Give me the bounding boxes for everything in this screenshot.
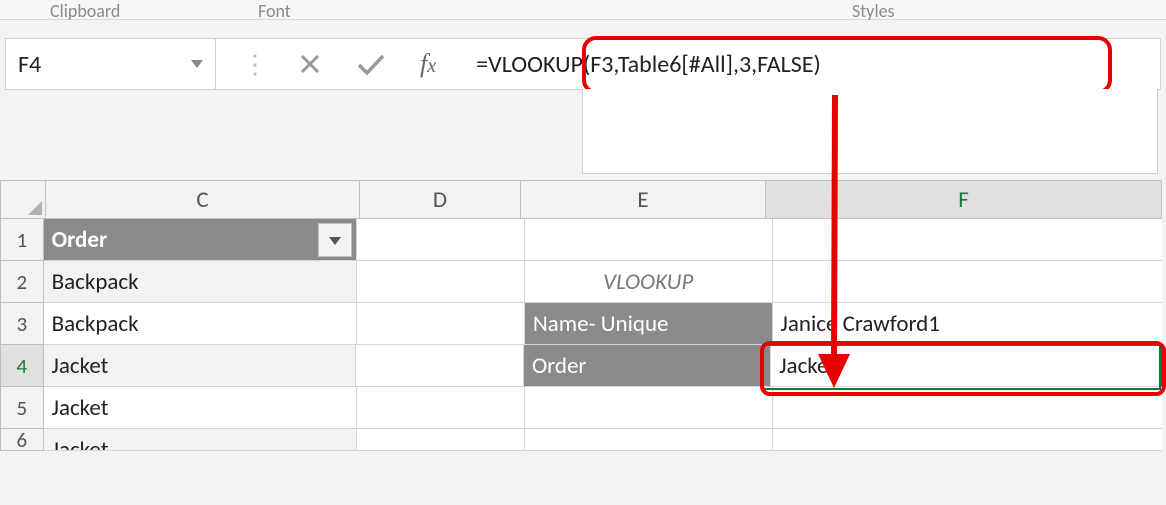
grey-spacer	[0, 93, 582, 181]
confirm-icon[interactable]	[356, 52, 386, 76]
cell-c2[interactable]: Backpack	[44, 261, 357, 303]
table-header-label: Order	[52, 226, 108, 254]
cell-e5[interactable]	[525, 387, 773, 429]
cell-c3[interactable]: Backpack	[44, 303, 357, 345]
table-header-order[interactable]: Order	[44, 219, 357, 261]
row-6-partial: 6 Jacket	[0, 429, 1162, 451]
name-box[interactable]: F4	[6, 39, 216, 89]
select-all-corner[interactable]	[0, 181, 46, 219]
cell-c4[interactable]: Jacket	[44, 345, 356, 387]
cell-d1[interactable]	[357, 219, 525, 261]
column-header-e[interactable]: E	[521, 181, 766, 219]
cell-e6[interactable]	[525, 429, 773, 451]
row-header-1[interactable]: 1	[0, 219, 44, 261]
row-4: 4 Jacket Order Jacket	[0, 345, 1162, 387]
formula-bar: F4 ⋮ fx =VLOOKUP(F3,Table6[#All],3,FALSE…	[5, 38, 1161, 90]
ribbon-bottom-strip: Clipboard Font Styles	[0, 0, 1166, 20]
formula-expand-panel	[582, 89, 1158, 174]
cell-e2-vlookup-title[interactable]: VLOOKUP	[525, 261, 773, 303]
row-header-6[interactable]: 6	[0, 429, 44, 451]
cell-d5[interactable]	[357, 387, 525, 429]
dots-icon: ⋮	[242, 48, 264, 80]
cell-e4-order-label[interactable]: Order	[524, 345, 771, 387]
cancel-icon[interactable]	[298, 52, 322, 76]
fx-icon[interactable]: fx	[420, 49, 436, 79]
column-headers-row: C D E F	[0, 180, 1162, 219]
ribbon-group-clipboard: Clipboard	[50, 0, 120, 22]
cell-f5[interactable]	[773, 387, 1162, 429]
spreadsheet-grid: C D E F 1 Order 2 Backpack VLOOKUP 3 Bac…	[0, 180, 1162, 451]
row-header-2[interactable]: 2	[0, 261, 44, 303]
cell-d6[interactable]	[357, 429, 525, 451]
ribbon-group-styles: Styles	[852, 0, 895, 22]
cell-f4-order-value[interactable]: Jacket	[771, 345, 1162, 387]
row-1: 1 Order	[0, 219, 1162, 261]
cell-e1[interactable]	[525, 219, 773, 261]
cell-c5[interactable]: Jacket	[44, 387, 357, 429]
cell-f6[interactable]	[773, 429, 1162, 451]
row-2: 2 Backpack VLOOKUP	[0, 261, 1162, 303]
cell-f2[interactable]	[773, 261, 1162, 303]
column-header-f[interactable]: F	[766, 181, 1162, 219]
column-header-c[interactable]: C	[46, 181, 360, 219]
filter-dropdown-icon[interactable]	[318, 223, 352, 257]
row-header-5[interactable]: 5	[0, 387, 44, 429]
cell-f1[interactable]	[773, 219, 1162, 261]
chevron-down-icon[interactable]	[191, 60, 203, 68]
row-3: 3 Backpack Name- Unique Janice Crawford1	[0, 303, 1162, 345]
formula-input[interactable]: =VLOOKUP(F3,Table6[#All],3,FALSE)	[462, 50, 1160, 79]
cell-e3-name-label[interactable]: Name- Unique	[525, 303, 773, 345]
row-header-4[interactable]: 4	[0, 345, 44, 387]
ribbon-group-font: Font	[258, 0, 291, 22]
cell-d3[interactable]	[357, 303, 525, 345]
row-header-3[interactable]: 3	[0, 303, 44, 345]
cell-d4[interactable]	[356, 345, 524, 387]
name-box-value: F4	[18, 50, 41, 79]
cell-f3-name-value[interactable]: Janice Crawford1	[773, 303, 1162, 345]
column-header-d[interactable]: D	[360, 181, 521, 219]
cell-d2[interactable]	[357, 261, 525, 303]
cell-c6[interactable]: Jacket	[44, 429, 357, 451]
row-5: 5 Jacket	[0, 387, 1162, 429]
formula-bar-buttons: ⋮ fx	[216, 48, 462, 80]
